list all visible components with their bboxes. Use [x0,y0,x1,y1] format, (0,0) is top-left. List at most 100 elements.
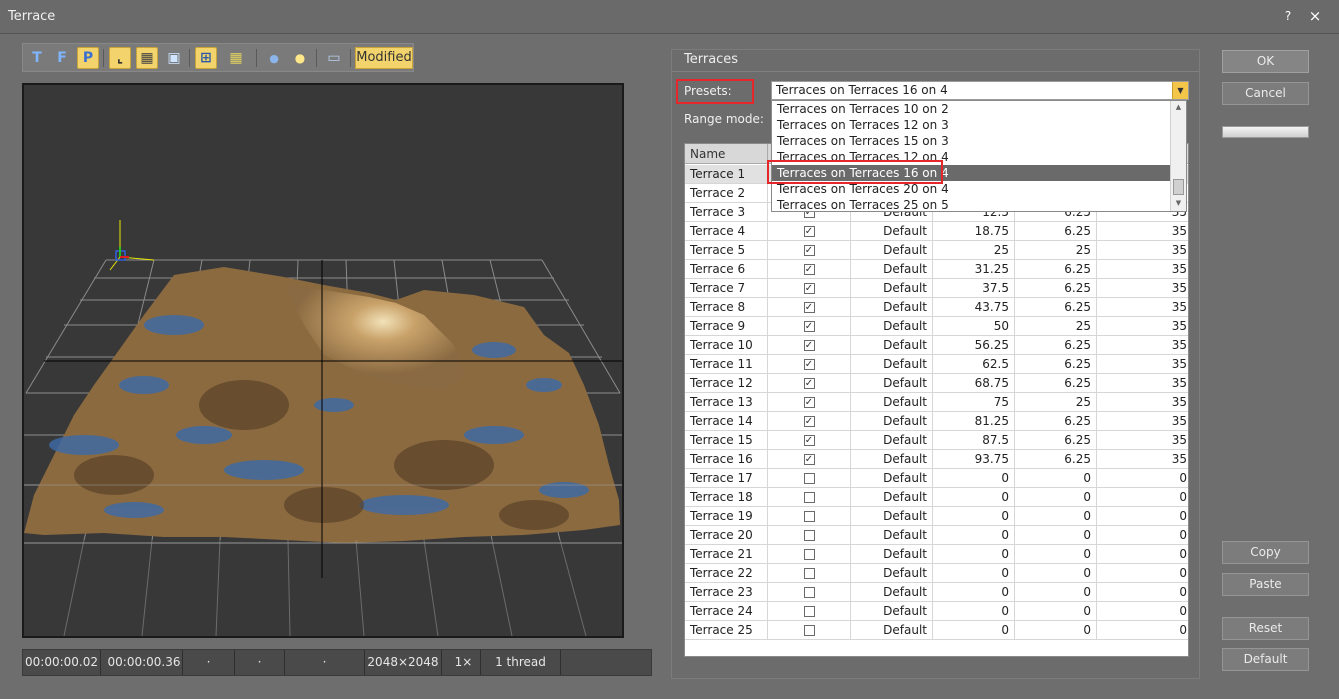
terrace-mode[interactable]: Default [851,260,933,279]
terrace-name[interactable]: Terrace 2 [685,184,768,203]
terrace-enabled-checkbox[interactable]: ✓ [803,397,815,408]
terrace-value-2[interactable]: 0 [1015,545,1097,564]
terrace-value-1[interactable]: 37.5 [933,279,1015,298]
terrace-mode[interactable]: Default [851,431,933,450]
copy-button[interactable]: Copy [1222,541,1309,564]
terrace-enabled-checkbox[interactable]: ✓ [803,302,815,313]
reset-button[interactable]: Reset [1222,617,1309,640]
terrace-mode[interactable]: Default [851,374,933,393]
terrace-enabled-checkbox[interactable] [803,549,815,560]
3d-viewport[interactable] [22,83,624,638]
ok-button[interactable]: OK [1222,50,1309,73]
terrace-mode[interactable]: Default [851,393,933,412]
presets-dropdown-list[interactable]: Terraces on Terraces 10 on 2 Terraces on … [771,100,1187,212]
table-row[interactable]: Terrace 23 Default 0 0 0 [685,583,1188,602]
terrace-value-2[interactable]: 25 [1015,241,1097,260]
help-icon[interactable]: ? [1280,8,1296,24]
terrace-enabled-checkbox[interactable] [803,511,815,522]
terrace-mode[interactable]: Default [851,488,933,507]
terrace-name[interactable]: Terrace 22 [685,564,768,583]
terrace-value-2[interactable]: 0 [1015,526,1097,545]
terrace-mode[interactable]: Default [851,621,933,640]
terrace-value-2[interactable]: 6.25 [1015,431,1097,450]
terrace-name[interactable]: Terrace 13 [685,393,768,412]
cancel-button[interactable]: Cancel [1222,82,1309,105]
terrace-name[interactable]: Terrace 7 [685,279,768,298]
terrace-value-1[interactable]: 0 [933,621,1015,640]
terrace-enabled-checkbox[interactable] [803,530,815,541]
terrace-value-1[interactable]: 18.75 [933,222,1015,241]
terrace-mode[interactable]: Default [851,564,933,583]
terrace-value-1[interactable]: 56.25 [933,336,1015,355]
terrace-name[interactable]: Terrace 6 [685,260,768,279]
levels-icon[interactable]: ⊞ [195,47,217,69]
terrace-mode[interactable]: Default [851,241,933,260]
terrace-value-1[interactable]: 68.75 [933,374,1015,393]
terrace-value-1[interactable]: 0 [933,602,1015,621]
terrace-value-1[interactable]: 0 [933,583,1015,602]
scroll-up-icon[interactable]: ▲ [1171,101,1186,113]
terrace-value-1[interactable]: 75 [933,393,1015,412]
terrace-name[interactable]: Terrace 15 [685,431,768,450]
terrace-value-3[interactable]: 0 [1097,488,1188,507]
terrace-enabled-checkbox[interactable]: ✓ [803,264,815,275]
terrace-value-2[interactable]: 25 [1015,317,1097,336]
terrace-enabled-checkbox[interactable]: ✓ [803,340,815,351]
table-row[interactable]: Terrace 22 Default 0 0 0 [685,564,1188,583]
terrace-mode[interactable]: Default [851,507,933,526]
scroll-down-icon[interactable]: ▼ [1171,197,1186,209]
terrace-value-1[interactable]: 0 [933,564,1015,583]
terrace-enabled-checkbox[interactable] [803,587,815,598]
terrace-mode[interactable]: Default [851,450,933,469]
terrace-value-2[interactable]: 0 [1015,583,1097,602]
monitor-icon[interactable]: ▭ [323,47,345,69]
table-row[interactable]: Terrace 16 Default 93.75 6.25 35 ✓ [685,450,1188,469]
terrace-value-2[interactable]: 0 [1015,507,1097,526]
terrace-mode[interactable]: Default [851,279,933,298]
axis-icon[interactable]: ⌞ [109,47,131,69]
table-row[interactable]: Terrace 21 Default 0 0 0 [685,545,1188,564]
terrace-mode[interactable]: Default [851,412,933,431]
terrace-enabled-checkbox[interactable] [803,492,815,503]
table-row[interactable]: Terrace 8 Default 43.75 6.25 35 ✓ [685,298,1188,317]
terrace-name[interactable]: Terrace 4 [685,222,768,241]
terrace-value-2[interactable]: 0 [1015,602,1097,621]
terrace-value-2[interactable]: 25 [1015,393,1097,412]
table-row[interactable]: Terrace 19 Default 0 0 0 [685,507,1188,526]
chevron-down-icon[interactable]: ▼ [1172,82,1188,99]
terrace-value-1[interactable]: 93.75 [933,450,1015,469]
terrace-value-1[interactable]: 0 [933,488,1015,507]
table-row[interactable]: Terrace 4 Default 18.75 6.25 35 ✓ [685,222,1188,241]
table-row[interactable]: Terrace 15 Default 87.5 6.25 35 ✓ [685,431,1188,450]
terrace-value-1[interactable]: 87.5 [933,431,1015,450]
terrace-name[interactable]: Terrace 14 [685,412,768,431]
terrace-mode[interactable]: Default [851,545,933,564]
dropdown-option[interactable]: Terraces on Terraces 12 on 3 [772,117,1172,133]
terrace-name[interactable]: Terrace 20 [685,526,768,545]
terrace-mode[interactable]: Default [851,583,933,602]
table-row[interactable]: Terrace 24 Default 0 0 0 [685,602,1188,621]
terrace-value-3[interactable]: 0 [1097,545,1188,564]
terrace-mode[interactable]: Default [851,222,933,241]
paste-button[interactable]: Paste [1222,573,1309,596]
terrace-value-3[interactable]: 35 [1097,260,1188,279]
table-row[interactable]: Terrace 6 Default 31.25 6.25 35 ✓ [685,260,1188,279]
terrace-value-1[interactable]: 0 [933,469,1015,488]
dropdown-scrollbar[interactable]: ▲ ▼ [1170,101,1186,211]
terrace-enabled-checkbox[interactable]: ✓ [803,454,815,465]
column-header-name[interactable]: Name [685,144,768,164]
terrace-name[interactable]: Terrace 25 [685,621,768,640]
presets-combo[interactable]: Terraces on Terraces 16 on 4 ▼ [771,81,1189,100]
terrace-value-3[interactable]: 35 [1097,317,1188,336]
terrace-name[interactable]: Terrace 9 [685,317,768,336]
terrace-value-2[interactable]: 6.25 [1015,450,1097,469]
terrace-mode[interactable]: Default [851,317,933,336]
terrace-name[interactable]: Terrace 16 [685,450,768,469]
terrace-value-3[interactable]: 35 [1097,336,1188,355]
close-icon[interactable]: × [1307,8,1323,24]
terrace-name[interactable]: Terrace 21 [685,545,768,564]
terrace-value-3[interactable]: 35 [1097,374,1188,393]
table-row[interactable]: Terrace 20 Default 0 0 0 [685,526,1188,545]
terrace-enabled-checkbox[interactable]: ✓ [803,378,815,389]
terrace-value-1[interactable]: 0 [933,526,1015,545]
